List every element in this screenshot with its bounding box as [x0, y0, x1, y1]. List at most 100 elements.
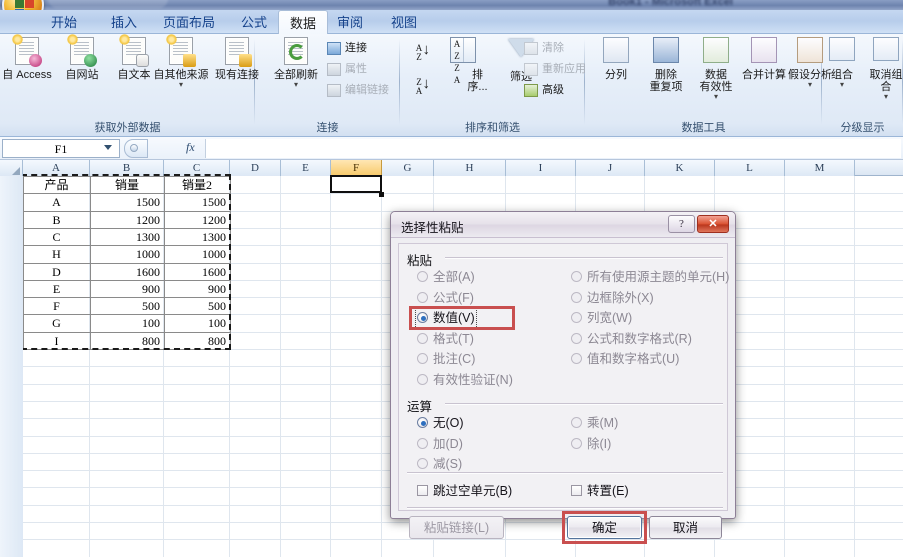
cell-B5[interactable]: 1000	[90, 246, 164, 263]
cell-B2[interactable]: 1500	[90, 194, 164, 211]
ribbon-tab-3[interactable]: 公式	[230, 11, 278, 34]
cell-A4[interactable]: C	[23, 229, 90, 246]
ribbon-button-4-1[interactable]: 取消组合 ▾	[866, 37, 903, 100]
cell-B3[interactable]: 1200	[90, 212, 164, 229]
cell-A9[interactable]: G	[23, 315, 90, 332]
column-header-B[interactable]: B	[90, 160, 164, 176]
cell-B7[interactable]: 900	[90, 281, 164, 298]
name-box[interactable]: F1	[2, 139, 120, 158]
cell-C1[interactable]: 销量2	[164, 177, 230, 194]
ribbon-small-button-1-0[interactable]: 连接	[327, 40, 367, 57]
column-header-J[interactable]: J	[576, 160, 645, 176]
ribbon-button-1-0[interactable]: 全部刷新 ▾	[267, 37, 325, 89]
cell-C5[interactable]: 1000	[164, 246, 230, 263]
cell-A1[interactable]: 产品	[23, 177, 90, 194]
cell-C6[interactable]: 1600	[164, 264, 230, 281]
dropdown-arrow-icon[interactable]: ▾	[687, 93, 745, 101]
paste-radio-right-3[interactable]: 公式和数字格式(R)	[571, 330, 692, 348]
cell-C7[interactable]: 900	[164, 281, 230, 298]
ribbon-small-button-2-0[interactable]: 清除	[524, 40, 564, 57]
ribbon-tab-4[interactable]: 数据	[278, 10, 329, 35]
column-header-C[interactable]: C	[164, 160, 230, 176]
select-all-corner[interactable]	[0, 160, 23, 176]
cell-B9[interactable]: 100	[90, 315, 164, 332]
paste-link-button[interactable]: 粘贴链接(L)	[409, 516, 504, 539]
ribbon-button-4-0[interactable]: 组合 ▾	[822, 37, 862, 88]
ribbon-small-button-2-1[interactable]: 重新应用	[524, 61, 586, 78]
cell-A3[interactable]: B	[23, 212, 90, 229]
ribbon-tab-2[interactable]: 页面布局	[152, 11, 226, 34]
paste-radio-left-2[interactable]: 数值(V)	[415, 307, 477, 329]
checkbox-skip-blanks[interactable]: 跳过空单元(B)	[417, 482, 512, 500]
cell-B1[interactable]: 销量	[90, 177, 164, 194]
dropdown-arrow-icon[interactable]: ▾	[866, 93, 903, 101]
quick-access-toolbar[interactable]	[48, 0, 168, 8]
ribbon-small-button-1-1[interactable]: 属性	[327, 61, 367, 78]
sort-asc-icon[interactable]: A Z ↓	[408, 43, 430, 68]
paste-radio-left-3[interactable]: 格式(T)	[417, 330, 474, 348]
paste-radio-right-2[interactable]: 列宽(W)	[571, 309, 632, 327]
column-header-K[interactable]: K	[645, 160, 715, 176]
column-header-D[interactable]: D	[230, 160, 281, 176]
cell-A10[interactable]: I	[23, 333, 90, 350]
cell-C2[interactable]: 1500	[164, 194, 230, 211]
fx-icon[interactable]: fx	[186, 140, 195, 155]
ribbon-button-2-0[interactable]: A Z Z A 排序...	[434, 37, 492, 93]
cell-C4[interactable]: 1300	[164, 229, 230, 246]
cell-B10[interactable]: 800	[90, 333, 164, 350]
cell-B4[interactable]: 1300	[90, 229, 164, 246]
paste-radio-left-1[interactable]: 公式(F)	[417, 289, 474, 307]
cancel-button[interactable]: 取消	[649, 516, 722, 539]
ribbon-tab-0[interactable]: 开始	[40, 11, 88, 34]
formula-input[interactable]	[205, 139, 901, 158]
paste-radio-right-1[interactable]: 边框除外(X)	[571, 289, 654, 307]
dropdown-arrow-icon[interactable]: ▾	[822, 81, 862, 89]
active-cell-selection[interactable]	[330, 175, 382, 194]
paste-radio-left-0[interactable]: 全部(A)	[417, 268, 475, 286]
ribbon-tab-5[interactable]: 审阅	[326, 11, 374, 34]
op-radio-left-1[interactable]: 加(D)	[417, 435, 463, 453]
ribbon-button-0-3[interactable]: 自其他来源 ▾	[152, 34, 210, 89]
op-radio-left-0[interactable]: 无(O)	[417, 414, 464, 432]
column-header-I[interactable]: I	[506, 160, 576, 176]
cell-A7[interactable]: E	[23, 281, 90, 298]
dropdown-arrow-icon[interactable]: ▾	[152, 81, 210, 89]
column-header-L[interactable]: L	[715, 160, 785, 176]
ribbon-small-button-1-2[interactable]: 编辑链接	[327, 82, 389, 99]
cell-A6[interactable]: D	[23, 264, 90, 281]
cell-A5[interactable]: H	[23, 246, 90, 263]
paste-radio-left-5[interactable]: 有效性验证(N)	[417, 371, 513, 389]
op-radio-left-2[interactable]: 减(S)	[417, 455, 462, 473]
column-header-E[interactable]: E	[281, 160, 331, 176]
op-radio-right-1[interactable]: 除(I)	[571, 435, 611, 453]
close-button[interactable]: ✕	[697, 215, 729, 233]
name-box-dropdown-icon[interactable]	[104, 145, 112, 150]
cell-C10[interactable]: 800	[164, 333, 230, 350]
cell-B8[interactable]: 500	[90, 298, 164, 315]
cell-B6[interactable]: 1600	[90, 264, 164, 281]
ribbon-small-button-2-2[interactable]: 高级	[524, 82, 564, 99]
ribbon-button-0-1[interactable]: 自网站	[53, 34, 111, 81]
column-header-G[interactable]: G	[382, 160, 434, 176]
ok-button[interactable]: 确定	[567, 516, 642, 539]
cell-C8[interactable]: 500	[164, 298, 230, 315]
dropdown-arrow-icon[interactable]: ▾	[267, 81, 325, 89]
column-header-A[interactable]: A	[23, 160, 90, 176]
ribbon-button-0-0[interactable]: 自 Access	[0, 34, 56, 81]
column-header-M[interactable]: M	[785, 160, 855, 176]
paste-radio-left-4[interactable]: 批注(C)	[417, 350, 475, 368]
cell-A8[interactable]: F	[23, 298, 90, 315]
column-header-H[interactable]: H	[434, 160, 506, 176]
help-button[interactable]: ?	[668, 215, 695, 233]
ribbon-tab-1[interactable]: 插入	[100, 11, 148, 34]
sort-desc-icon[interactable]: Z A ↓	[408, 77, 430, 102]
cell-A2[interactable]: A	[23, 194, 90, 211]
fill-handle[interactable]	[379, 191, 384, 197]
cell-C3[interactable]: 1200	[164, 212, 230, 229]
op-radio-right-0[interactable]: 乘(M)	[571, 414, 618, 432]
column-header-F[interactable]: F	[331, 160, 382, 176]
checkbox-transpose[interactable]: 转置(E)	[571, 482, 629, 500]
cell-C9[interactable]: 100	[164, 315, 230, 332]
paste-radio-right-0[interactable]: 所有使用源主题的单元(H)	[571, 268, 729, 286]
paste-radio-right-4[interactable]: 值和数字格式(U)	[571, 350, 679, 368]
